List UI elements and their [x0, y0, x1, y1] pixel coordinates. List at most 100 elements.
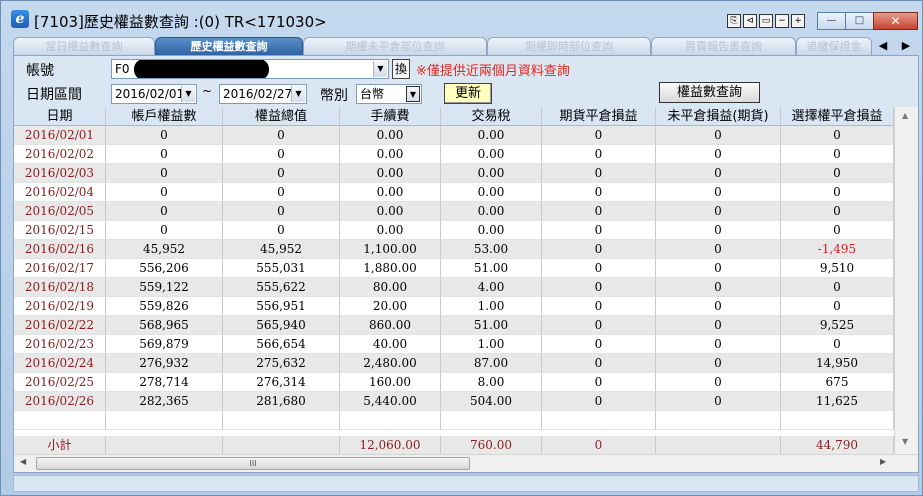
- column-header-tax[interactable]: 交易稅: [441, 107, 542, 126]
- cell-tax: 0.00: [441, 183, 542, 202]
- cell-tax: 0.00: [441, 221, 542, 240]
- table-row[interactable]: 2016/02/24 276,932 275,632 2,480.00 87.00 0 0 1…: [14, 354, 894, 373]
- cell-futures-realized-pl: 0: [542, 145, 656, 164]
- column-header-total-equity[interactable]: 權益總值: [223, 107, 340, 126]
- column-header-fee[interactable]: 手續費: [340, 107, 441, 126]
- update-button[interactable]: 更新: [444, 83, 492, 104]
- table-row[interactable]: 2016/02/25 278,714 276,314 160.00 8.00 0 0 675: [14, 373, 894, 392]
- scroll-left-icon[interactable]: ◀: [20, 457, 26, 466]
- copy-window-icon[interactable]: ⎘: [727, 14, 741, 28]
- cell-date: 2016/02/18: [14, 278, 106, 297]
- vertical-scrollbar[interactable]: ▲ ▼: [894, 107, 918, 454]
- table-row[interactable]: 2016/02/02 0 0 0.00 0.00 0 0 0: [14, 145, 894, 164]
- cell-total-equity: 276,314: [223, 373, 340, 392]
- scroll-up-icon[interactable]: ▲: [902, 111, 908, 120]
- tab-trade-report[interactable]: 買賣報告書查詢: [651, 37, 796, 55]
- column-header-date[interactable]: 日期: [14, 107, 106, 126]
- dock-window-icon[interactable]: ⊲: [743, 14, 757, 28]
- cell-fee: 860.00: [340, 316, 441, 335]
- horizontal-scrollbar[interactable]: ◀ III ▶: [14, 454, 918, 472]
- cell-empty: [542, 411, 656, 430]
- total-total-equity: [223, 436, 340, 454]
- cell-account-equity: 276,932: [106, 354, 223, 373]
- content-panel: 帳號 F0 ▼ 換 ※僅提供近兩個月資料查詢 日期區間 2016/02/01 ▼…: [13, 55, 919, 473]
- cell-fee: 20.00: [340, 297, 441, 316]
- cell-options-realized-pl: 0: [781, 297, 894, 316]
- date-to-dropdown-icon[interactable]: ▼: [291, 86, 305, 102]
- tab-realtime-positions[interactable]: 期權即時部位查詢: [487, 37, 651, 55]
- scroll-right-icon[interactable]: ▶: [880, 457, 886, 466]
- cell-futures-realized-pl: 0: [542, 297, 656, 316]
- cell-tax: 8.00: [441, 373, 542, 392]
- cell-total-equity: 281,680: [223, 392, 340, 411]
- table-row[interactable]: 2016/02/01 0 0 0.00 0.00 0 0 0: [14, 126, 894, 145]
- date-separator: ~: [202, 84, 213, 98]
- table-row[interactable]: 2016/02/16 45,952 45,952 1,100.00 53.00 0 0 -1,…: [14, 240, 894, 259]
- tab-margin-call[interactable]: 追繳保證金: [796, 37, 872, 55]
- account-dropdown-icon[interactable]: ▼: [373, 61, 387, 77]
- tab-today-equity[interactable]: 當日權益數查詢: [13, 37, 155, 55]
- total-tax: 760.00: [441, 436, 542, 454]
- cell-tax: 0.00: [441, 145, 542, 164]
- cell-account-equity: 0: [106, 202, 223, 221]
- account-value: F0: [115, 62, 130, 76]
- table-row[interactable]: 2016/02/23 569,879 566,654 40.00 1.00 0 0 0: [14, 335, 894, 354]
- total-fee: 12,060.00: [340, 436, 441, 454]
- scroll-down-icon[interactable]: ▼: [902, 437, 908, 446]
- swap-account-button[interactable]: 換: [392, 59, 410, 79]
- shrink-font-icon[interactable]: −: [775, 14, 789, 28]
- enlarge-font-icon[interactable]: +: [791, 14, 805, 28]
- table-row[interactable]: 2016/02/19 559,826 556,951 20.00 1.00 0 0 0: [14, 297, 894, 316]
- currency-select[interactable]: 台幣 ▼: [356, 84, 422, 104]
- restore-window-icon[interactable]: ▭: [759, 14, 773, 28]
- minimize-button[interactable]: —: [817, 12, 846, 30]
- cell-options-realized-pl: 0: [781, 335, 894, 354]
- table-total-row: 小計 12,060.00 760.00 0 44,790: [14, 436, 894, 454]
- table-row[interactable]: 2016/02/17 556,206 555,031 1,880.00 51.00 0 0 9…: [14, 259, 894, 278]
- cell-fee: 80.00: [340, 278, 441, 297]
- column-header-futures-realized-pl[interactable]: 期貨平倉損益: [542, 107, 656, 126]
- tab-open-positions[interactable]: 期權未平倉部位查詢: [303, 37, 487, 55]
- date-to-picker[interactable]: 2016/02/27 ▼: [219, 84, 307, 104]
- cell-date: 2016/02/05: [14, 202, 106, 221]
- cell-futures-unrealized-pl: 0: [656, 392, 781, 411]
- maximize-button[interactable]: □: [845, 12, 874, 30]
- cell-total-equity: 565,940: [223, 316, 340, 335]
- window-controls: — □ ✕: [817, 12, 918, 30]
- close-button[interactable]: ✕: [873, 12, 918, 30]
- cell-futures-unrealized-pl: 0: [656, 183, 781, 202]
- currency-dropdown-icon[interactable]: ▼: [406, 86, 420, 102]
- cell-tax: 51.00: [441, 259, 542, 278]
- date-from-dropdown-icon[interactable]: ▼: [181, 86, 195, 102]
- tab-scroll-left-icon[interactable]: ◀: [872, 38, 894, 54]
- column-header-futures-unrealized-pl[interactable]: 未平倉損益(期貨): [656, 107, 781, 126]
- cell-date: 2016/02/03: [14, 164, 106, 183]
- total-options-realized-pl: 44,790: [781, 436, 894, 454]
- cell-total-equity: 566,654: [223, 335, 340, 354]
- account-select[interactable]: F0 ▼: [111, 59, 389, 79]
- table-row[interactable]: 2016/02/18 559,122 555,622 80.00 4.00 0 0 0: [14, 278, 894, 297]
- cell-options-realized-pl: 9,525: [781, 316, 894, 335]
- tab-scroll-right-icon[interactable]: ▶: [895, 38, 917, 54]
- cell-date: 2016/02/02: [14, 145, 106, 164]
- table-row[interactable]: 2016/02/04 0 0 0.00 0.00 0 0 0: [14, 183, 894, 202]
- table-row[interactable]: 2016/02/05 0 0 0.00 0.00 0 0 0: [14, 202, 894, 221]
- table-row[interactable]: 2016/02/15 0 0 0.00 0.00 0 0 0: [14, 221, 894, 240]
- equity-query-button[interactable]: 權益數查詢: [659, 82, 760, 103]
- cell-futures-unrealized-pl: 0: [656, 316, 781, 335]
- cell-futures-realized-pl: 0: [542, 354, 656, 373]
- date-from-picker[interactable]: 2016/02/01 ▼: [111, 84, 197, 104]
- cell-date: 2016/02/15: [14, 221, 106, 240]
- table-row[interactable]: 2016/02/22 568,965 565,940 860.00 51.00 0 0 9,5…: [14, 316, 894, 335]
- cell-date: 2016/02/22: [14, 316, 106, 335]
- cell-futures-unrealized-pl: 0: [656, 354, 781, 373]
- table-row[interactable]: 2016/02/03 0 0 0.00 0.00 0 0 0: [14, 164, 894, 183]
- cell-options-realized-pl: -1,495: [781, 240, 894, 259]
- tab-history-equity[interactable]: 歷史權益數查詢: [155, 37, 303, 55]
- column-header-account-equity[interactable]: 帳戶權益數: [106, 107, 223, 126]
- cell-empty: [781, 411, 894, 430]
- column-header-options-realized-pl[interactable]: 選擇權平倉損益: [781, 107, 894, 126]
- table-row[interactable]: 2016/02/26 282,365 281,680 5,440.00 504.00 0 0…: [14, 392, 894, 411]
- horizontal-scroll-thumb[interactable]: III: [36, 457, 470, 470]
- cell-date: 2016/02/24: [14, 354, 106, 373]
